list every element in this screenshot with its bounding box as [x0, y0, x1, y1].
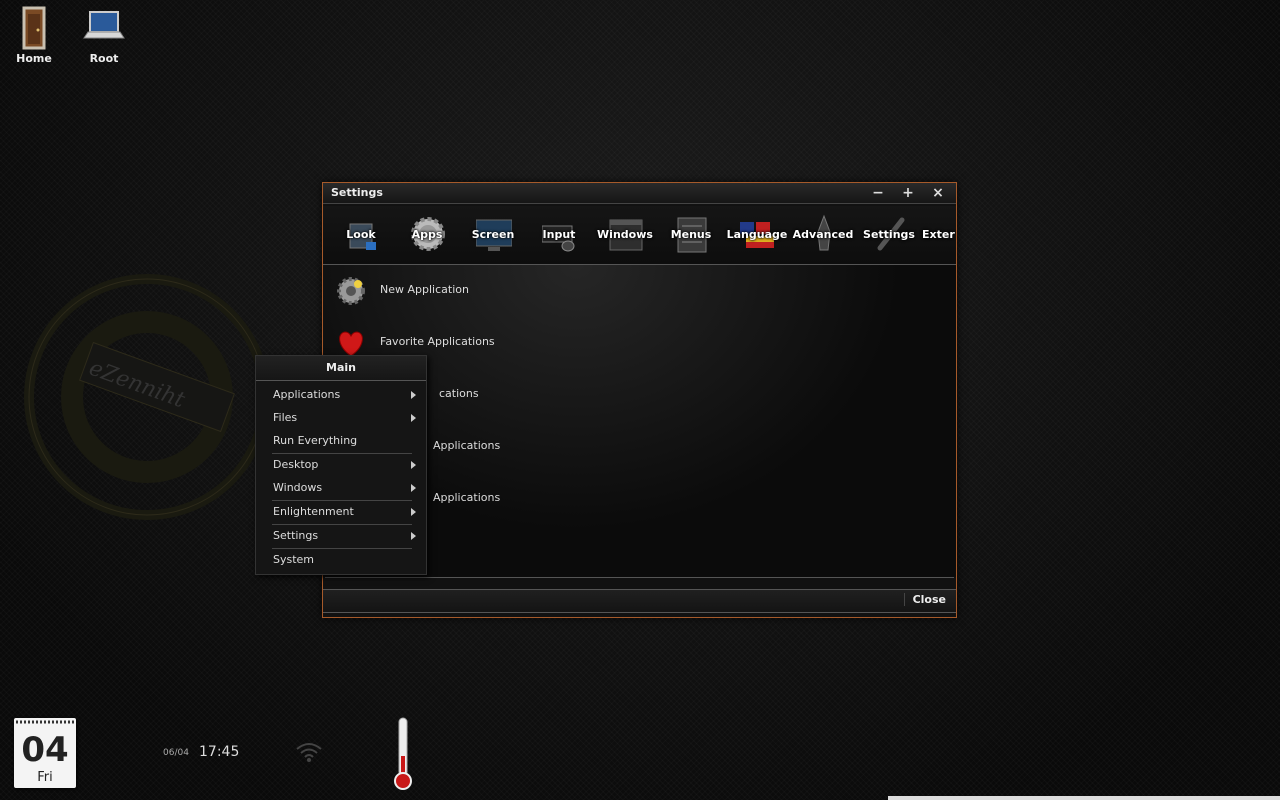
tab-input[interactable]: Input — [526, 206, 592, 264]
desktop-icon-home[interactable]: Home — [4, 6, 64, 65]
close-window-button[interactable]: × — [927, 184, 949, 202]
content-divider — [325, 577, 954, 578]
tab-label: Screen — [471, 228, 515, 241]
gear-star-icon — [335, 275, 367, 307]
item-label: Favorite Applications — [380, 335, 495, 348]
menu-item-label: Run Everything — [273, 434, 358, 447]
item-label: cations — [439, 387, 479, 400]
submenu-arrow-icon — [411, 461, 416, 469]
tab-label: Input — [542, 228, 576, 241]
submenu-arrow-icon — [411, 391, 416, 399]
tab-screen[interactable]: Screen — [460, 206, 526, 264]
tab-look[interactable]: Look — [328, 206, 394, 264]
tab-language[interactable]: Language — [724, 206, 790, 264]
menu-item-label: Desktop — [273, 458, 319, 471]
menu-item-windows[interactable]: Windows — [256, 477, 426, 499]
tab-advanced[interactable]: Advanced — [790, 206, 856, 264]
clock-time[interactable]: 17:45 — [199, 744, 239, 760]
menu-item-applications[interactable]: Applications — [256, 384, 426, 406]
menu-item-desktop[interactable]: Desktop — [256, 454, 426, 476]
menu-item-label: Enlightenment — [273, 505, 354, 518]
menu-item-files[interactable]: Files — [256, 407, 426, 429]
thermometer-icon[interactable] — [392, 716, 414, 792]
window-titlebar[interactable]: Settings − + × — [323, 183, 956, 204]
main-menu: Main Applications Files Run Everything D… — [255, 355, 427, 575]
window-title: Settings — [331, 186, 383, 199]
window-button-bar: Close — [323, 589, 956, 613]
tab-menus[interactable]: Menus — [658, 206, 724, 264]
tab-label: Menus — [670, 228, 712, 241]
menu-item-enlightenment[interactable]: Enlightenment — [256, 501, 426, 523]
tab-label: Exter — [922, 228, 955, 241]
tab-windows[interactable]: Windows — [592, 206, 658, 264]
tab-label: Apps — [411, 228, 443, 241]
tab-label: Windows — [597, 228, 653, 241]
calendar-day: 04 — [21, 730, 69, 770]
submenu-arrow-icon — [411, 532, 416, 540]
shelf-edge — [888, 796, 1280, 800]
menu-item-label: Applications — [273, 388, 341, 401]
item-new-application[interactable]: New Application — [335, 271, 635, 311]
menu-title: Main — [256, 356, 426, 381]
door-icon — [10, 6, 58, 50]
calendar-weekday: Fri — [37, 770, 53, 785]
close-button[interactable]: Close — [903, 593, 946, 606]
desktop-icon-root[interactable]: Root — [74, 6, 134, 65]
submenu-arrow-icon — [411, 414, 416, 422]
menu-item-system[interactable]: System — [256, 549, 426, 571]
menu-item-label: Settings — [273, 529, 319, 542]
tab-label: Look — [346, 228, 376, 241]
item-label: Applications — [433, 491, 501, 504]
wifi-icon[interactable] — [295, 740, 323, 764]
menu-item-label: Files — [273, 411, 298, 424]
menu-item-label: System — [273, 553, 315, 566]
laptop-icon — [80, 6, 128, 50]
tab-label: Settings — [863, 228, 915, 241]
desktop-icon-label: Root — [89, 52, 119, 65]
tab-settings[interactable]: Settings — [856, 206, 922, 264]
submenu-arrow-icon — [411, 484, 416, 492]
calendar-binding-icon — [16, 720, 74, 724]
clock-date: 06/04 — [163, 748, 189, 758]
minimize-button[interactable]: − — [867, 184, 889, 202]
item-label: Applications — [433, 439, 501, 452]
menu-item-settings[interactable]: Settings — [256, 525, 426, 547]
calendar-gadget[interactable]: 04 Fri — [14, 718, 76, 788]
tab-label: Advanced — [792, 228, 854, 241]
enlightenment-logo-watermark: eZenniht — [22, 272, 272, 522]
menu-item-label: Windows — [273, 481, 323, 494]
item-label: New Application — [380, 283, 469, 296]
maximize-button[interactable]: + — [897, 184, 919, 202]
menu-item-run-everything[interactable]: Run Everything — [256, 430, 426, 452]
settings-category-toolbar: Look Apps Screen Input Windows Menus Lan… — [323, 206, 956, 265]
tab-label: Language — [726, 228, 788, 241]
tab-extensions[interactable]: Exter — [922, 206, 956, 264]
desktop-icon-label: Home — [16, 52, 52, 65]
tab-apps[interactable]: Apps — [394, 206, 460, 264]
submenu-arrow-icon — [411, 508, 416, 516]
